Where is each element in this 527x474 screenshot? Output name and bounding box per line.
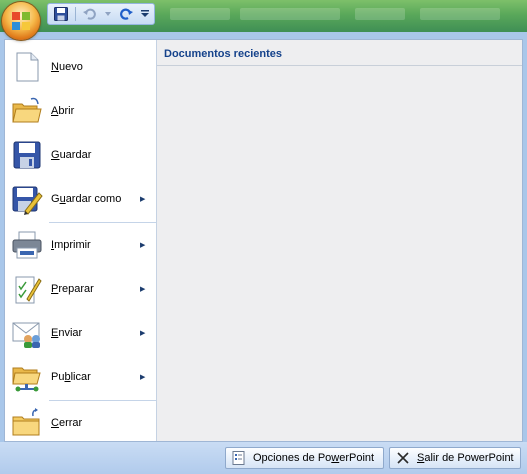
publish-icon (12, 367, 41, 392)
office-menu: Nuevo Abrir Guardar Guardar como ▶ Impri… (4, 39, 523, 442)
customize-dropdown-icon[interactable] (140, 6, 150, 22)
menu-item-label: Nuevo (51, 61, 83, 73)
recent-documents-pane: Documentos recientes (156, 40, 522, 441)
options-button-label: Opciones de PowerPoint (253, 452, 375, 464)
office-logo-icon (12, 12, 30, 30)
menu-bottom-bar: Opciones de PowerPoint Salir de PowerPoi… (0, 442, 527, 474)
submenu-arrow-icon: ▶ (140, 286, 146, 293)
menu-item-label: Cerrar (51, 417, 83, 429)
submenu-arrow-icon: ▶ (140, 330, 146, 337)
exit-button-label: Salir de PowerPoint (417, 452, 514, 464)
save-icon[interactable] (53, 6, 69, 22)
open-folder-icon (12, 97, 42, 123)
qat-separator (75, 7, 76, 21)
redo-icon[interactable] (118, 6, 134, 22)
menu-item-label: Preparar (51, 283, 94, 295)
menu-item-preparar[interactable]: Preparar ▶ (5, 267, 156, 311)
send-icon (12, 322, 40, 348)
menu-item-label: Imprimir (51, 239, 91, 251)
exit-powerpoint-button[interactable]: Salir de PowerPoint (389, 447, 521, 469)
menu-commands: Nuevo Abrir Guardar Guardar como ▶ Impri… (5, 40, 156, 441)
menu-item-label: Publicar (51, 371, 91, 383)
menu-item-label: Guardar como (51, 193, 122, 205)
menu-item-nuevo[interactable]: Nuevo (5, 45, 156, 89)
menu-item-label: Abrir (51, 105, 75, 117)
close-icon (395, 450, 411, 466)
menu-item-guardar[interactable]: Guardar (5, 133, 156, 177)
menu-item-label: Enviar (51, 327, 83, 339)
menu-item-enviar[interactable]: Enviar ▶ (5, 311, 156, 355)
quick-access-toolbar (47, 3, 155, 25)
submenu-arrow-icon: ▶ (140, 242, 146, 249)
office-button[interactable] (2, 2, 40, 40)
options-icon (231, 450, 247, 466)
menu-item-publicar[interactable]: Publicar ▶ (5, 355, 156, 399)
save-as-icon (12, 186, 43, 215)
menu-item-label: Guardar (51, 149, 92, 161)
undo-dropdown-icon[interactable] (104, 6, 112, 22)
menu-item-cerrar[interactable]: Cerrar (5, 401, 156, 445)
close-folder-icon (12, 408, 40, 436)
prepare-icon (15, 276, 42, 304)
undo-icon[interactable] (82, 6, 98, 22)
new-document-icon (16, 52, 39, 82)
printer-icon (12, 231, 42, 259)
menu-item-abrir[interactable]: Abrir (5, 89, 156, 133)
powerpoint-options-button[interactable]: Opciones de PowerPoint (225, 447, 384, 469)
menu-item-imprimir[interactable]: Imprimir ▶ (5, 223, 156, 267)
menu-item-guardar-como[interactable]: Guardar como ▶ (5, 177, 156, 221)
recent-documents-title: Documentos recientes (157, 40, 522, 66)
submenu-arrow-icon: ▶ (140, 374, 146, 381)
save-disk-icon (13, 141, 41, 169)
submenu-arrow-icon: ▶ (140, 196, 146, 203)
